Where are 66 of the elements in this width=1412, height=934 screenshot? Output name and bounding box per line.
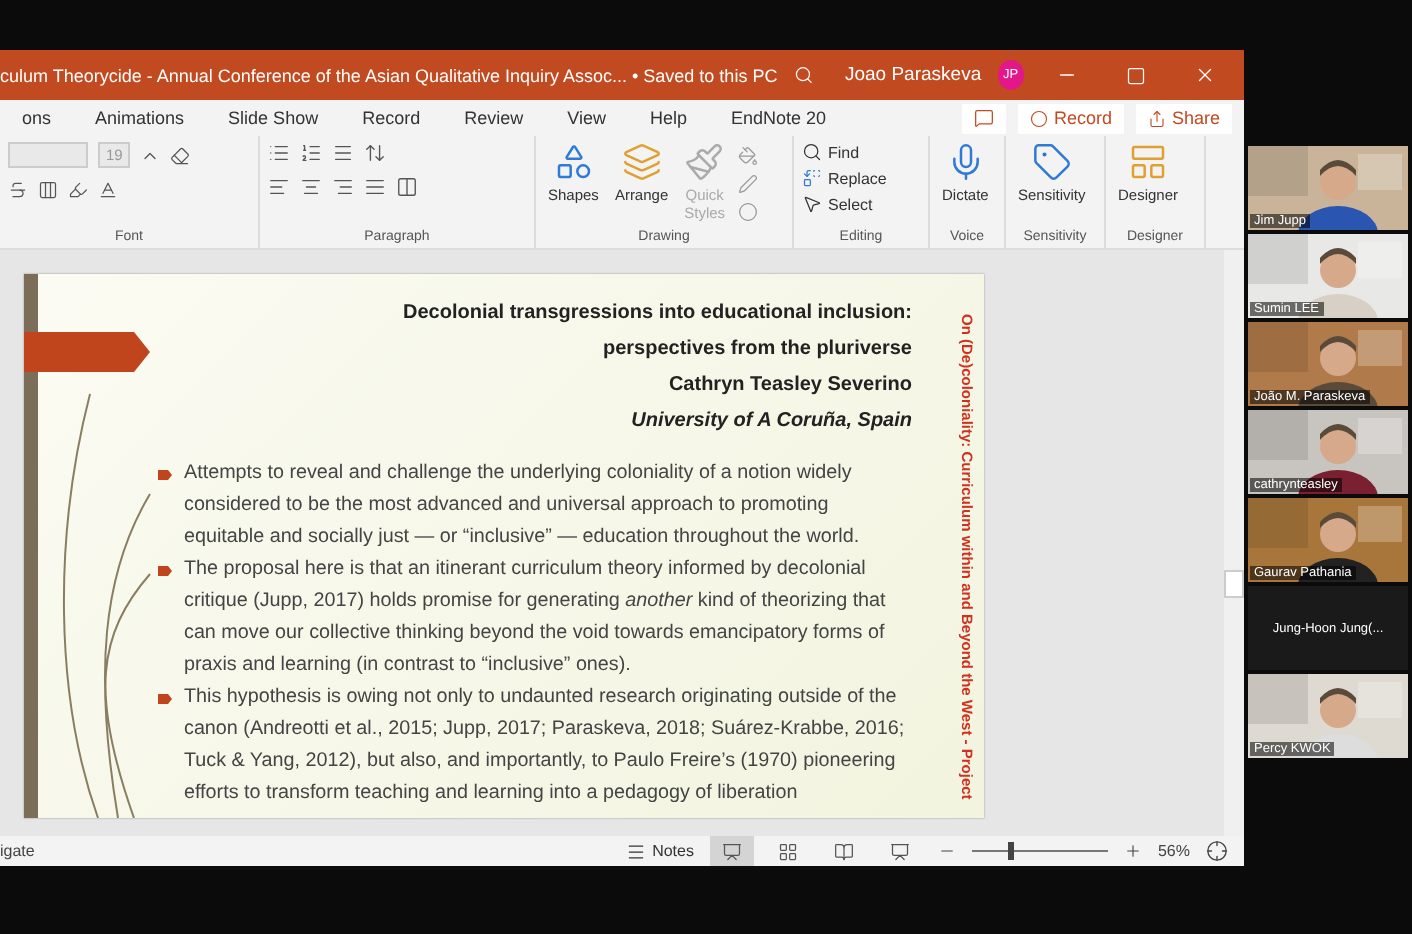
grid-icon	[777, 841, 798, 861]
columns-icon	[396, 176, 418, 198]
clear-format-icon	[170, 145, 191, 165]
paintbrush-icon	[684, 142, 725, 182]
ribbon-tab[interactable]: ons	[0, 108, 74, 128]
slide-title: perspectives from the pluriverse	[600, 336, 912, 364]
search-icon	[793, 64, 813, 86]
ribbon-button[interactable]: Find	[802, 142, 887, 162]
book-icon	[833, 841, 854, 861]
align-right-icon	[332, 176, 354, 198]
window-title: culum Theorycide - Annual Conference of the Asian Qualitative Inquiry Assoc... • Saved to this PC	[0, 65, 778, 85]
comment-icon	[973, 108, 994, 128]
layout-icon	[1128, 142, 1168, 182]
view-button[interactable]	[709, 836, 754, 866]
fit-icon	[1206, 840, 1228, 862]
numbering-icon	[300, 142, 322, 164]
status-text: igate	[0, 842, 35, 860]
tag-icon	[1031, 142, 1072, 182]
ribbon-tab[interactable]: View	[545, 108, 628, 128]
indent-icon	[332, 142, 354, 164]
zoom-reading: 56%	[1157, 842, 1190, 860]
ribbon-tab[interactable]: Record	[340, 108, 443, 128]
record-button[interactable]: Record	[1017, 103, 1124, 133]
ribbon-tab[interactable]: Review	[442, 108, 546, 128]
share-button[interactable]: Share	[1135, 103, 1232, 133]
bullet-icon	[158, 470, 172, 480]
zoom-in-icon	[1123, 842, 1142, 860]
scrollbar-thumb[interactable]	[1224, 569, 1244, 597]
strikethrough-icon	[8, 180, 28, 200]
user-name: Joao Paraskeva	[844, 64, 982, 86]
justify-icon	[364, 176, 386, 198]
slide-title: University of A Coruña, Spain	[629, 408, 912, 436]
slide-title: Decolonial transgressions into educational inclusion:	[401, 300, 912, 328]
close-icon	[1194, 64, 1217, 86]
line-spacing-icon	[364, 142, 386, 164]
comment-button[interactable]	[961, 103, 1006, 133]
bullet-text: The proposal here is that an itinerant curriculum theory informed by decolonial critique (Jupp, 2017) holds promise for generating another kind of theorizing that can move our collective thinking beyond the void towards emancipatory forms of praxis and learning (in contrast to “inclusive” ones).	[184, 556, 888, 680]
ribbon-button[interactable]: Select	[802, 194, 887, 214]
maximize-icon	[1125, 65, 1146, 85]
bullet-icon	[158, 566, 172, 576]
record-icon	[1029, 109, 1048, 127]
ribbon-tab[interactable]: Help	[627, 108, 709, 128]
layers-icon	[621, 142, 662, 182]
share-icon	[1147, 109, 1166, 127]
ribbon-tab[interactable]: Slide Show	[206, 108, 341, 128]
notes-button[interactable]: Notes	[626, 841, 694, 861]
highlighter-icon	[68, 180, 88, 200]
notes-icon	[626, 841, 647, 861]
zoom-thumb[interactable]	[1008, 842, 1015, 860]
align-left-icon	[268, 176, 290, 198]
arrow-shape	[24, 332, 150, 372]
shapes-icon	[553, 142, 594, 182]
slide-title: Cathryn Teasley Severino	[666, 372, 912, 400]
bullet-icon	[158, 694, 172, 704]
bullet-text: Attempts to reveal and challenge the underlying coloniality of a notion widely considered to be the most advanced and universal approach to promoting equitable and socially just — or “inclusive” — education throughout the world.	[184, 460, 862, 552]
fill-icon	[737, 146, 758, 166]
font-color-icon	[98, 180, 118, 200]
bullet-text: This hypothesis is owing not only to undaunted research originating outside of the canon (Andreotti et al., 2015; Jupp, 2017; Paraskeva, 2018; Suárez-Krabbe, 2016; Tuck & Yang, 2012), but also, and importantly, to Paulo Freire’s (1970) pioneering efforts to transform teaching and learning into a pedagogy of liberation	[184, 684, 907, 808]
presentation-icon	[889, 841, 910, 861]
search-icon	[802, 142, 822, 162]
font-name-field[interactable]	[8, 142, 88, 168]
pointer-icon	[802, 194, 822, 214]
ribbon-button[interactable]: Replace	[802, 168, 887, 188]
ribbon-tab[interactable]: Animations	[73, 108, 207, 128]
align-center-icon	[300, 176, 322, 198]
ribbon-tab[interactable]: EndNote 20	[708, 108, 849, 128]
